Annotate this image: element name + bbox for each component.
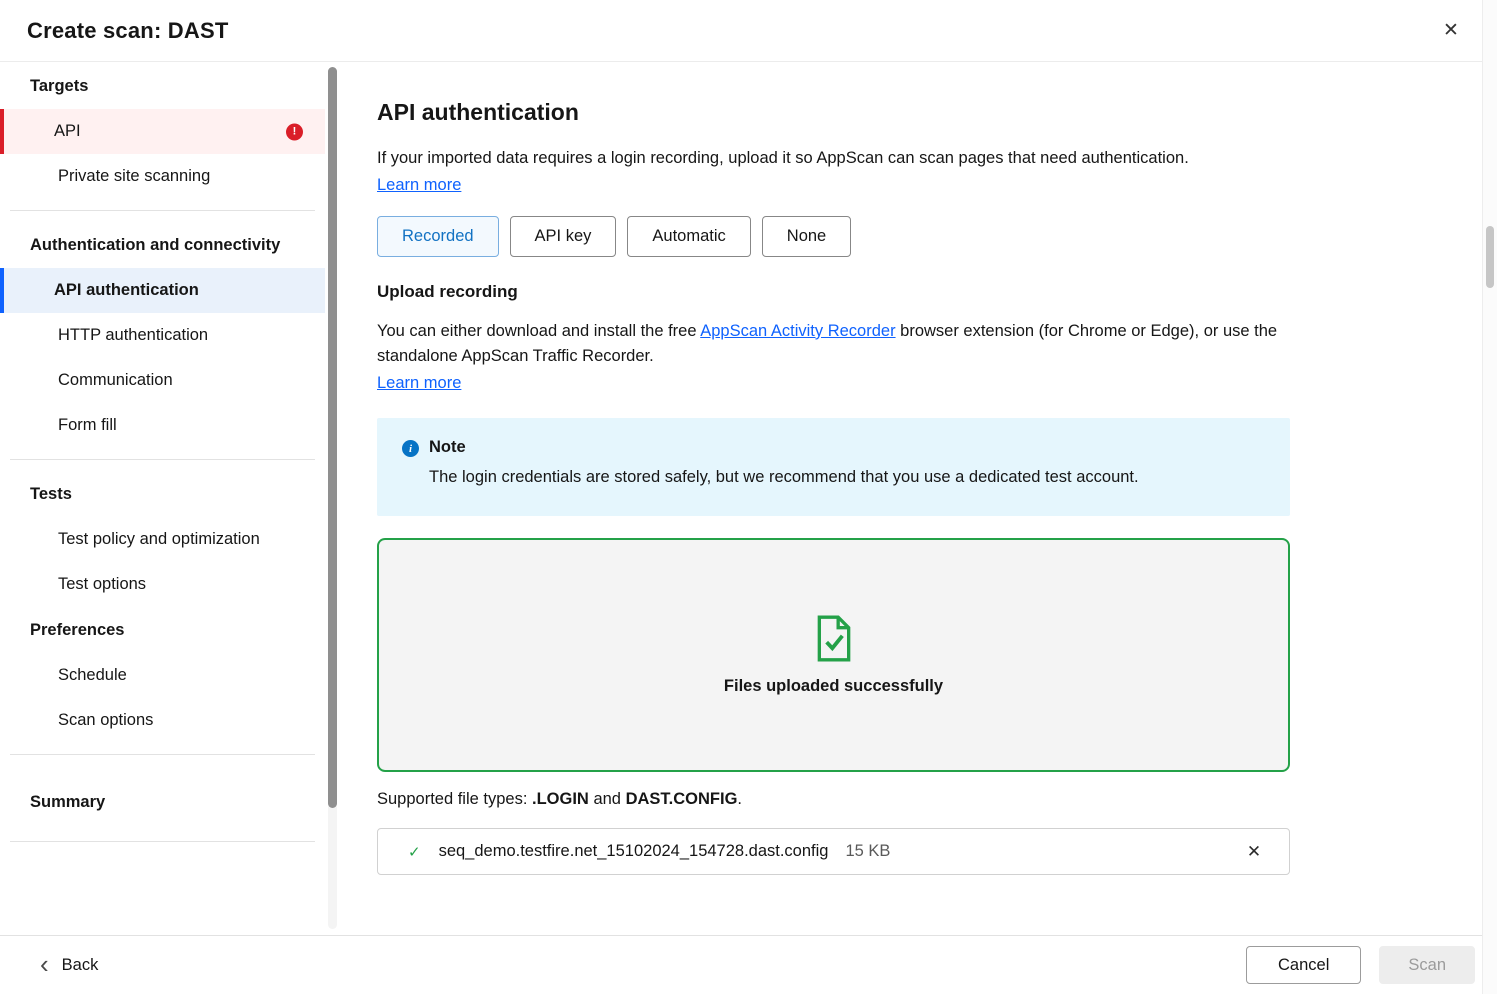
sidebar-section-label: Tests	[30, 485, 72, 504]
sidebar-section-targets: Targets	[0, 63, 325, 109]
close-icon: ✕	[1443, 20, 1459, 41]
sidebar-item-label: Test options	[58, 575, 146, 594]
upload-recording-title: Upload recording	[377, 282, 1480, 302]
sidebar-list: Targets API ! Private site scanning Auth…	[0, 63, 325, 935]
remove-file-button[interactable]: ✕	[1237, 835, 1271, 869]
supported-suffix: .	[737, 790, 742, 808]
sidebar-scrollbar-thumb[interactable]	[328, 67, 337, 808]
chevron-left-icon: ‹	[40, 951, 49, 977]
create-scan-dialog: Create scan: DAST ✕ Targets API ! Privat…	[0, 0, 1497, 994]
sidebar-item-label: API	[54, 122, 81, 141]
activity-recorder-link[interactable]: AppScan Activity Recorder	[700, 322, 895, 340]
note-title: Note	[429, 438, 1139, 457]
sidebar-item-label: Private site scanning	[58, 167, 210, 186]
supported-file-types: Supported file types: .LOGIN and DAST.CO…	[377, 790, 1480, 809]
sidebar-item-api[interactable]: API !	[0, 109, 325, 154]
learn-more-link-2[interactable]: Learn more	[377, 374, 461, 392]
scan-button[interactable]: Scan	[1379, 946, 1475, 984]
sidebar-item-communication[interactable]: Communication	[0, 358, 325, 403]
sidebar-section-preferences: Preferences	[0, 607, 325, 653]
file-success-icon	[814, 615, 854, 662]
sidebar-item-private-site-scanning[interactable]: Private site scanning	[0, 154, 325, 199]
sidebar-section-authentication: Authentication and connectivity	[0, 222, 325, 268]
sidebar-section-label: Summary	[30, 793, 105, 812]
divider	[10, 841, 315, 842]
divider	[10, 459, 315, 460]
back-button[interactable]: ‹ Back	[40, 954, 98, 977]
cancel-button[interactable]: Cancel	[1246, 946, 1361, 984]
upload-status-text: Files uploaded successfully	[724, 677, 943, 696]
dialog-footer: ‹ Back Cancel Scan	[0, 935, 1497, 994]
sidebar-item-http-authentication[interactable]: HTTP authentication	[0, 313, 325, 358]
sidebar-item-schedule[interactable]: Schedule	[0, 653, 325, 698]
uploaded-file-size: 15 KB	[845, 842, 890, 861]
sidebar-section-label: Authentication and connectivity	[30, 236, 280, 255]
auth-method-none-button[interactable]: None	[762, 216, 851, 257]
sidebar-item-label: Scan options	[58, 711, 153, 730]
learn-more-link[interactable]: Learn more	[377, 176, 461, 194]
uploaded-file-row: ✓ seq_demo.testfire.net_15102024_154728.…	[377, 828, 1290, 875]
supported-joiner: and	[589, 790, 626, 808]
upload-description: You can either download and install the …	[377, 319, 1293, 369]
info-icon: i	[402, 440, 419, 457]
sidebar-spacer	[0, 853, 325, 933]
sidebar-item-label: Test policy and optimization	[58, 530, 260, 549]
sidebar-item-test-options[interactable]: Test options	[0, 562, 325, 607]
sidebar-item-scan-options[interactable]: Scan options	[0, 698, 325, 743]
sidebar-item-label: Form fill	[58, 416, 117, 435]
main-panel: API authentication If your imported data…	[346, 63, 1480, 935]
back-button-label: Back	[62, 956, 99, 975]
sidebar-item-form-fill[interactable]: Form fill	[0, 403, 325, 448]
sidebar-scrollbar[interactable]	[328, 67, 337, 929]
auth-method-automatic-button[interactable]: Automatic	[627, 216, 750, 257]
sidebar-section-tests: Tests	[0, 471, 325, 517]
window-scrollbar-thumb[interactable]	[1486, 226, 1494, 288]
sidebar-item-api-authentication[interactable]: API authentication	[0, 268, 325, 313]
note-content: Note The login credentials are stored sa…	[429, 438, 1139, 489]
supported-type-dast-config: DAST.CONFIG	[626, 790, 738, 808]
page-title: API authentication	[377, 99, 1480, 126]
sidebar-item-label: Schedule	[58, 666, 127, 685]
sidebar-item-label: Communication	[58, 371, 173, 390]
error-badge-icon: !	[286, 123, 303, 140]
sidebar-item-label: API authentication	[54, 281, 199, 300]
dialog-title: Create scan: DAST	[27, 18, 228, 44]
remove-file-icon: ✕	[1247, 842, 1261, 861]
window-scrollbar[interactable]	[1482, 0, 1497, 994]
sidebar: Targets API ! Private site scanning Auth…	[0, 63, 344, 935]
sidebar-section-summary[interactable]: Summary	[0, 779, 325, 825]
divider	[10, 754, 315, 755]
supported-type-login: .LOGIN	[532, 790, 589, 808]
auth-method-api-key-button[interactable]: API key	[510, 216, 617, 257]
upload-desc-before: You can either download and install the …	[377, 322, 700, 340]
uploaded-file-name: seq_demo.testfire.net_15102024_154728.da…	[439, 842, 829, 861]
note-banner: i Note The login credentials are stored …	[377, 418, 1290, 516]
file-success-check-icon: ✓	[408, 843, 421, 861]
divider	[10, 210, 315, 211]
note-body: The login credentials are stored safely,…	[429, 466, 1139, 489]
sidebar-item-test-policy[interactable]: Test policy and optimization	[0, 517, 325, 562]
auth-method-recorded-button[interactable]: Recorded	[377, 216, 499, 257]
sidebar-section-label: Targets	[30, 77, 88, 96]
intro-text: If your imported data requires a login r…	[377, 147, 1357, 171]
dialog-header: Create scan: DAST ✕	[0, 0, 1497, 62]
sidebar-item-label: HTTP authentication	[58, 326, 208, 345]
file-upload-dropzone[interactable]: Files uploaded successfully	[377, 538, 1290, 772]
auth-method-button-group: Recorded API key Automatic None	[377, 216, 1480, 257]
supported-prefix: Supported file types:	[377, 790, 532, 808]
sidebar-section-label: Preferences	[30, 621, 124, 640]
close-button[interactable]: ✕	[1433, 13, 1469, 49]
